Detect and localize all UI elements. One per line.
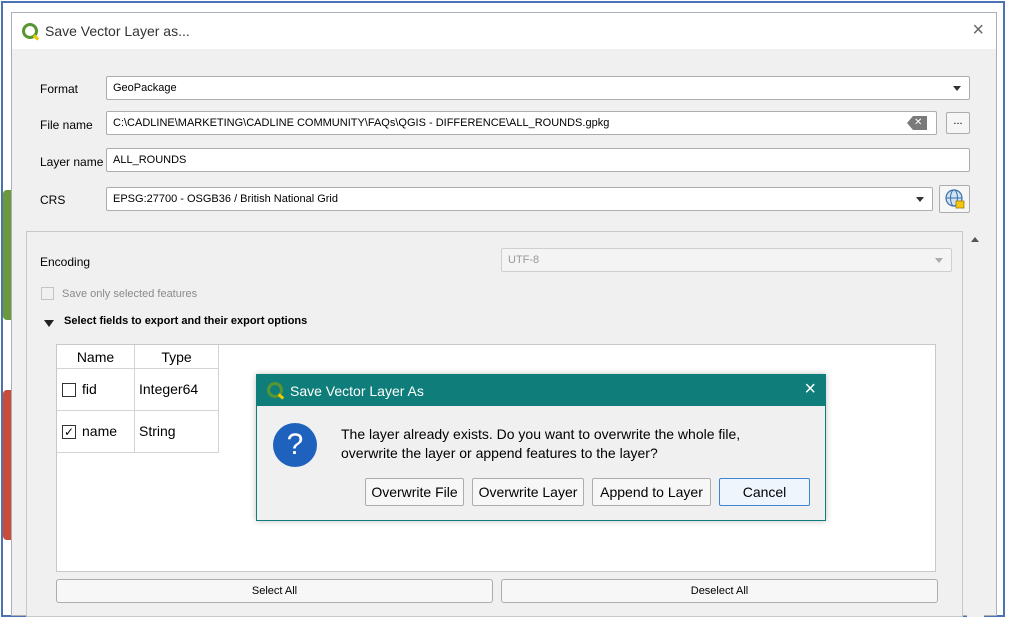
encoding-select: UTF-8 — [501, 248, 952, 272]
filename-value: C:\CADLINE\MARKETING\CADLINE COMMUNITY\F… — [113, 117, 610, 129]
field-name: fid — [82, 381, 97, 397]
fields-section-label[interactable]: Select fields to export and their export… — [64, 315, 307, 327]
chevron-down-icon — [916, 197, 924, 202]
select-all-button[interactable]: Select All — [56, 579, 493, 603]
overwrite-file-button[interactable]: Overwrite File — [365, 478, 464, 506]
field-checkbox-fid[interactable] — [62, 383, 76, 397]
format-value: GeoPackage — [113, 82, 177, 94]
table-cell: Integer64 — [135, 369, 219, 411]
question-icon: ? — [273, 423, 317, 467]
overwrite-layer-button[interactable]: Overwrite Layer — [472, 478, 584, 506]
dialog-title: Save Vector Layer as... — [45, 23, 190, 39]
crs-select[interactable]: EPSG:27700 - OSGB36 / British National G… — [106, 187, 933, 211]
dialog-titlebar: Save Vector Layer as... × — [12, 13, 996, 49]
close-icon[interactable]: × — [804, 378, 816, 401]
layername-input[interactable]: ALL_ROUNDS — [106, 148, 970, 172]
layername-value: ALL_ROUNDS — [113, 154, 187, 166]
save-vector-layer-dialog: Save Vector Layer as... × Format GeoPack… — [11, 12, 997, 617]
close-icon[interactable]: × — [972, 19, 984, 42]
table-cell: String — [135, 411, 219, 453]
column-header-name[interactable]: Name — [57, 345, 135, 369]
filename-label: File name — [40, 118, 93, 132]
selected-only-label: Save only selected features — [62, 288, 198, 300]
scroll-up-arrow-icon[interactable] — [971, 237, 979, 242]
layername-label: Layer name — [40, 155, 104, 169]
modal-titlebar: Save Vector Layer As × — [257, 375, 825, 406]
field-type: Integer64 — [139, 381, 199, 397]
chevron-down-icon — [953, 86, 961, 91]
append-to-layer-button[interactable]: Append to Layer — [592, 478, 711, 506]
format-select[interactable]: GeoPackage — [106, 76, 970, 100]
selected-only-checkbox — [41, 287, 54, 300]
table-row: fid — [57, 369, 135, 411]
table-row: ✓ name — [57, 411, 135, 453]
globe-icon — [944, 189, 964, 209]
column-header-type[interactable]: Type — [135, 345, 219, 369]
field-checkbox-name[interactable]: ✓ — [62, 425, 76, 439]
modal-message-line1: The layer already exists. Do you want to… — [341, 426, 741, 442]
modal-message-line2: overwrite the layer or append features t… — [341, 445, 658, 461]
background-map-red — [3, 390, 11, 540]
format-label: Format — [40, 82, 79, 96]
modal-message: The layer already exists. Do you want to… — [341, 425, 740, 463]
field-name: name — [82, 423, 118, 439]
field-type: String — [139, 423, 176, 439]
encoding-value: UTF-8 — [508, 254, 540, 266]
encoding-label: Encoding — [40, 255, 91, 269]
crs-value: EPSG:27700 - OSGB36 / British National G… — [113, 193, 338, 205]
overwrite-confirm-dialog: Save Vector Layer As × ? The layer alrea… — [256, 374, 826, 521]
cancel-button[interactable]: Cancel — [719, 478, 810, 506]
qgis-logo-icon — [22, 23, 38, 39]
deselect-all-button[interactable]: Deselect All — [501, 579, 938, 603]
chevron-down-icon — [935, 258, 943, 263]
options-scrollbar[interactable] — [967, 233, 984, 617]
crs-label: CRS — [40, 193, 66, 207]
modal-title: Save Vector Layer As — [290, 383, 424, 399]
crs-selector-button[interactable] — [939, 185, 970, 213]
filename-input[interactable]: C:\CADLINE\MARKETING\CADLINE COMMUNITY\F… — [106, 111, 937, 135]
browse-button[interactable]: ... — [946, 112, 970, 134]
background-map-green — [3, 190, 11, 320]
clear-icon[interactable] — [907, 116, 927, 130]
qgis-logo-icon — [267, 382, 283, 398]
collapse-triangle-icon[interactable] — [44, 320, 54, 327]
